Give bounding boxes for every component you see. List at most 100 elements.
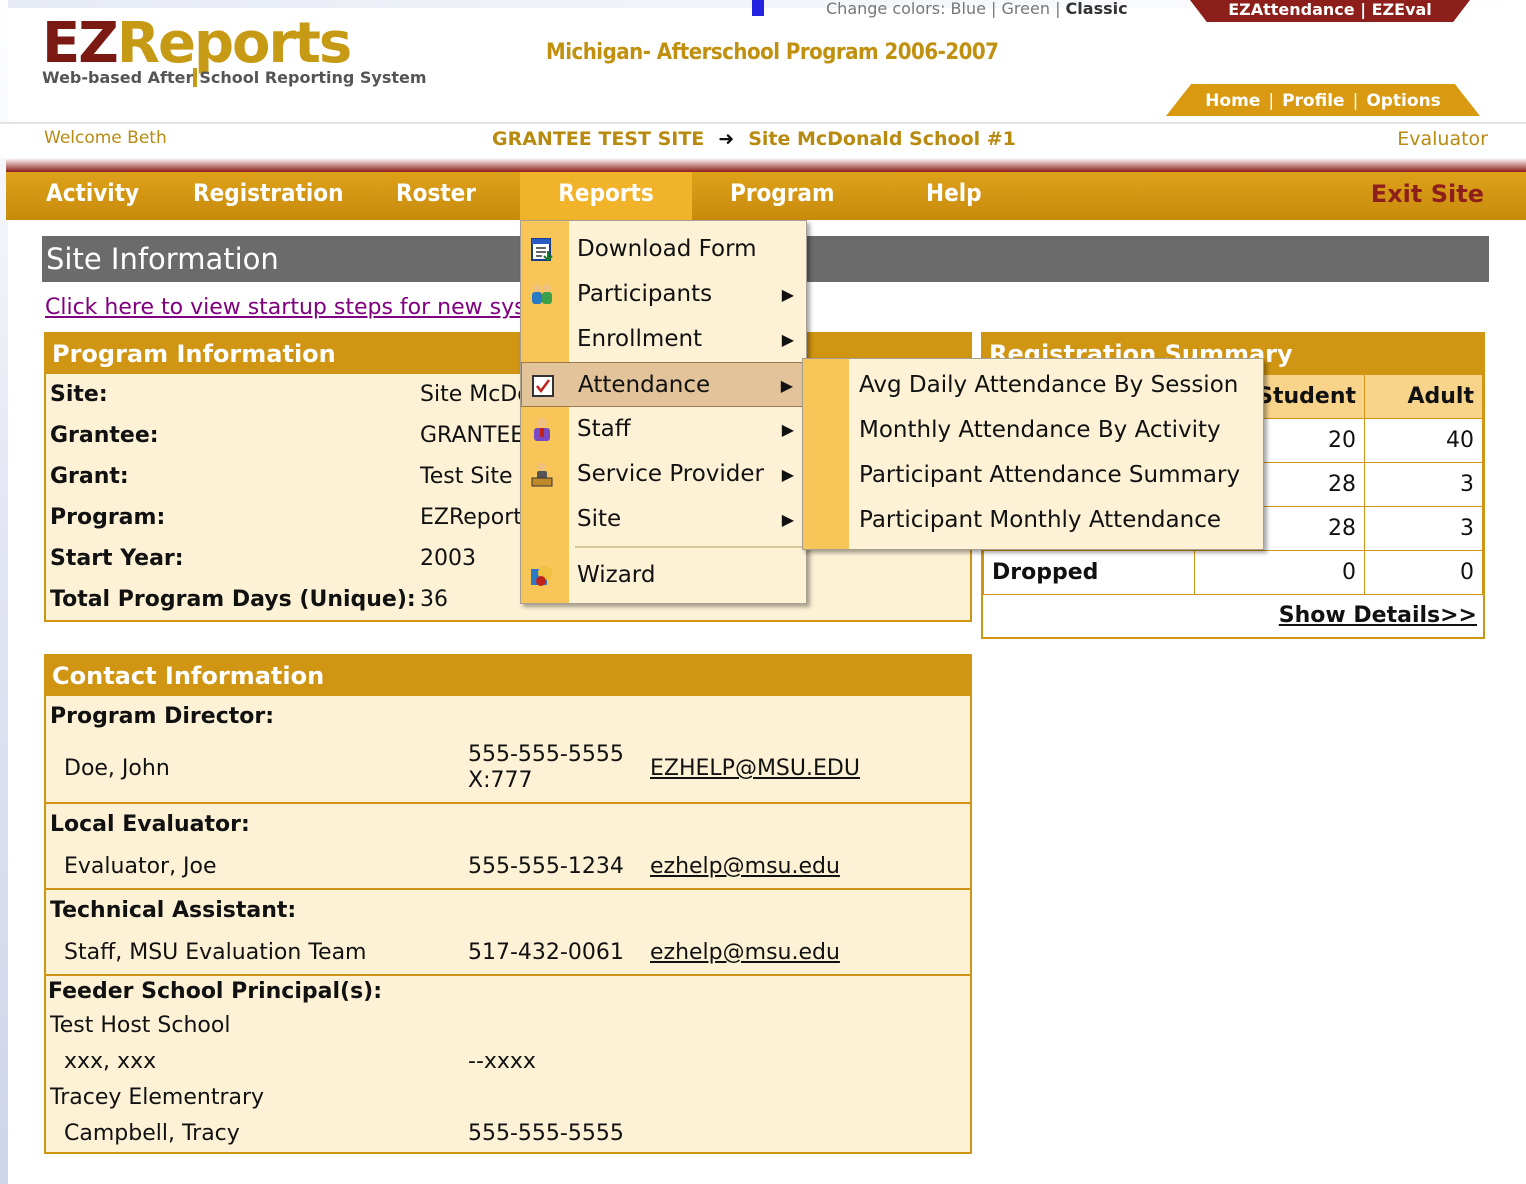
technical-assistant-title: Technical Assistant: [50,898,297,923]
adult-count: 40 [1364,418,1483,463]
menu-item-participants[interactable]: Participants ▶ [521,272,806,317]
adult-count: 0 [1364,550,1483,595]
feeder-school-title: Feeder School Principal(s): [48,979,383,1004]
menu-item-enrollment[interactable]: Enrollment ▶ [521,317,806,362]
technical-assistant-section: Technical Assistant: Staff, MSU Evaluati… [46,890,970,976]
main-nav: Activity Registration Roster Reports Pro… [6,172,1526,220]
contact-row: Evaluator, Joe 555-555-1234 ezhelp@msu.e… [46,846,970,888]
program-info-label: Start Year: [50,546,184,571]
ezreports-logo: EZReports Web-based After School Reportin… [42,14,427,87]
site-breadcrumb: GRANTEE TEST SITE ➜ Site McDonald School #… [492,128,1016,150]
menu-item-site[interactable]: Site ▶ [521,497,806,542]
contact-row: xxx, xxx --xxxx [46,1044,970,1080]
top-app-tabs[interactable]: EZAttendance | EZEval [1190,0,1470,22]
home-tabs: Home | Profile | Options [1166,84,1480,116]
program-director-title: Program Director: [50,704,275,729]
student-count: 0 [1194,550,1365,595]
change-colors-active[interactable]: Classic [1066,0,1128,18]
row-label-dropped: Dropped [983,550,1195,595]
chevron-right-icon: ▶ [781,510,794,529]
contact-information-panel: Contact Information Program Director: Do… [44,654,972,1154]
contact-phone: 555-555-1234 [468,854,624,879]
checkbox-icon [532,375,554,397]
menu-item-wizard[interactable]: Wizard [521,553,806,598]
contact-email-link[interactable]: EZHELP@MSU.EDU [650,748,860,790]
contact-information-title: Contact Information [46,656,970,696]
header-divider [6,158,1526,172]
wizard-icon [531,566,552,586]
menu-item-download-form[interactable]: Download Form [521,227,806,272]
chevron-right-icon: ▶ [781,330,794,349]
nav-reports[interactable]: Reports [520,172,692,220]
contact-name: Doe, John [64,756,170,781]
site-name: Site McDonald School #1 [748,128,1016,150]
contact-email-link[interactable]: ezhelp@msu.edu [650,846,840,888]
adult-count: 3 [1364,506,1483,551]
menu-item-label: Enrollment [577,326,703,352]
logo-sub-school: School Reporting System [193,68,427,87]
contact-row: Staff, MSU Evaluation Team 517-432-0061 … [46,932,970,974]
nav-activity[interactable]: Activity [46,172,139,220]
contact-row: Campbell, Tracy 555-555-5555 [46,1116,970,1152]
chevron-right-icon: ▶ [781,465,794,484]
menu-item-staff[interactable]: Staff ▶ [521,407,806,452]
chevron-right-icon: ▶ [781,420,794,439]
contact-phone-ext: X:777 [468,768,533,793]
change-colors-options[interactable]: Change colors: Blue | Green | [826,0,1060,18]
menu-separator [575,546,805,548]
nav-roster[interactable]: Roster [396,172,476,220]
menu-item-service-provider[interactable]: Service Provider ▶ [521,452,806,497]
logo-ez: EZ [42,11,119,76]
contact-email-link[interactable]: ezhelp@msu.edu [650,932,840,974]
menu-item-label: Staff [577,416,631,442]
program-info-row: Total Program Days (Unique): 36 [46,579,970,620]
nav-help[interactable]: Help [926,172,982,220]
contact-phone: --xxxx [468,1049,536,1074]
local-evaluator-title: Local Evaluator: [50,812,250,837]
chevron-right-icon: ▶ [780,376,793,395]
exit-site-link[interactable]: Exit Site [1371,172,1484,216]
contact-phone: 555-555-5555 [468,1121,624,1146]
change-colors[interactable]: Change colors: Blue | Green | Classic [826,0,1128,18]
staff-icon [534,418,550,441]
adult-count: 3 [1364,462,1483,507]
show-details-row: Show Details>> [983,595,1483,637]
program-director-section: Program Director: Doe, John 555-555-5555… [46,696,970,804]
program-info-label: Grantee: [50,423,159,448]
chevron-right-icon: ▶ [781,285,794,304]
program-title: Michigan- Afterschool Program 2006-2007 [546,40,999,65]
submenu-item-monthly-attendance-activity[interactable]: Monthly Attendance By Activity [859,408,1221,453]
arrow-right-icon: ➜ [718,128,735,150]
profile-link[interactable]: Profile [1282,91,1344,111]
attendance-submenu: Avg Daily Attendance By Session Monthly … [802,358,1264,550]
startup-steps-link[interactable]: Click here to view startup steps for new… [45,295,523,320]
menu-item-label: Site [577,506,622,532]
column-header-adult: Adult [1364,374,1483,419]
reports-dropdown-menu: Download Form Participants ▶ Enrollment … [520,220,807,604]
feeder-school-name: Test Host School [50,1013,231,1038]
submenu-item-participant-attendance-summary[interactable]: Participant Attendance Summary [859,453,1240,498]
contact-name: xxx, xxx [64,1049,157,1074]
menu-item-attendance[interactable]: Attendance ▶ [521,362,806,407]
logo-sub-before: Web-based After [42,68,194,87]
submenu-item-avg-daily-attendance[interactable]: Avg Daily Attendance By Session [859,363,1238,408]
program-info-value: EZReports [420,505,534,530]
menu-item-label: Download Form [577,236,757,262]
nav-registration[interactable]: Registration [193,172,343,220]
service-provider-icon [531,463,553,487]
options-link[interactable]: Options [1366,91,1440,111]
nav-program[interactable]: Program [730,172,834,220]
user-role: Evaluator [1397,128,1488,150]
menu-item-label: Participants [577,281,713,307]
welcome-text: Welcome Beth [44,128,167,148]
menu-item-label: Wizard [577,562,656,588]
feeder-school-section: Feeder School Principal(s): Test Host Sc… [46,976,970,1152]
program-info-label: Site: [50,382,108,407]
submenu-item-participant-monthly-attendance[interactable]: Participant Monthly Attendance [859,498,1221,543]
contact-row: Doe, John 555-555-5555 X:777 EZHELP@MSU.E… [46,738,970,802]
home-link[interactable]: Home [1205,91,1260,111]
logo-reports: Reports [116,11,352,76]
show-details-link[interactable]: Show Details>> [1279,603,1477,628]
menu-item-label: Attendance [578,372,711,398]
program-info-label: Program: [50,505,166,530]
